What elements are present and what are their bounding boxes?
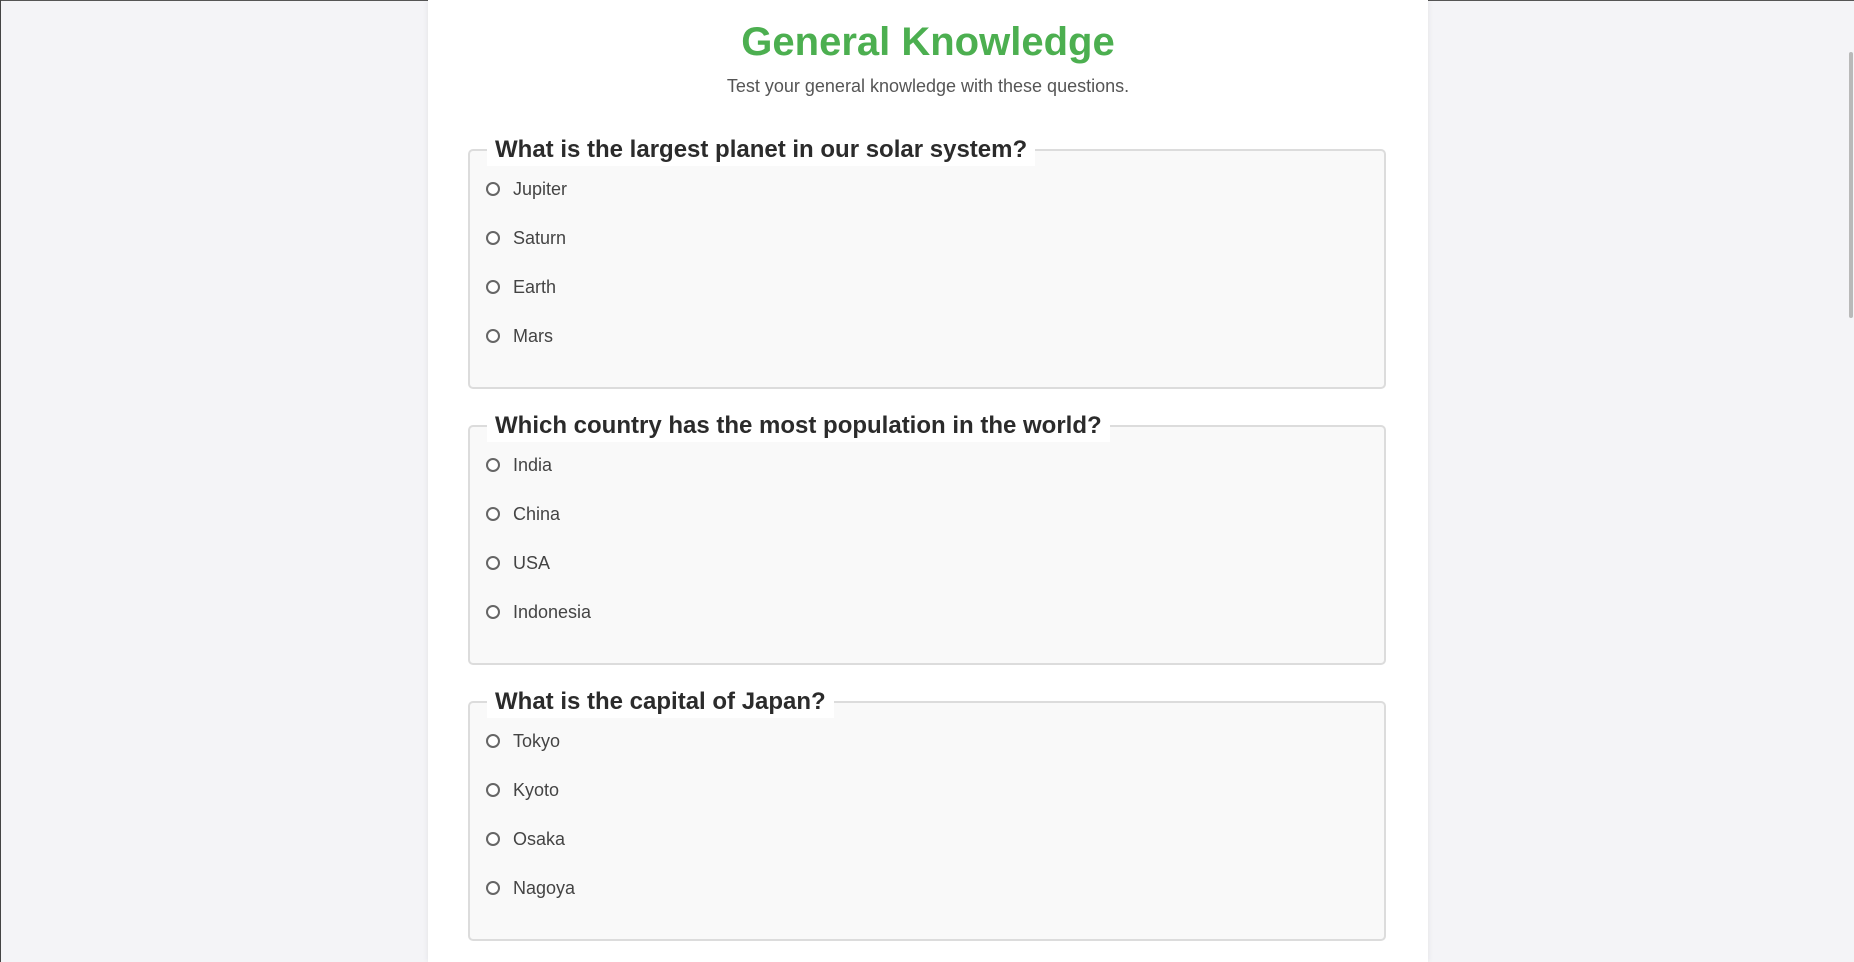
answer-option[interactable]: Mars (486, 322, 553, 350)
answer-option-label: Mars (513, 326, 553, 346)
window-left-border (0, 0, 1, 962)
answer-option-label: Saturn (513, 228, 567, 248)
answer-option[interactable]: Earth (486, 273, 556, 301)
answer-option-label: India (513, 455, 553, 475)
radio-button[interactable] (486, 783, 500, 797)
answer-option[interactable]: Osaka (486, 825, 565, 853)
radio-button[interactable] (486, 734, 500, 748)
answer-option[interactable]: Tokyo (486, 727, 560, 755)
answer-option[interactable]: Indonesia (486, 598, 591, 626)
answer-option[interactable]: Nagoya (486, 874, 575, 902)
vertical-scrollbar[interactable] (1844, 0, 1854, 962)
answer-option[interactable]: Saturn (486, 224, 566, 252)
radio-button[interactable] (486, 182, 500, 196)
answer-option-label: Tokyo (513, 731, 561, 751)
question-fieldset-2: Which country has the most population in… (468, 410, 1386, 665)
page-subtitle: Test your general knowledge with these q… (726, 76, 1130, 96)
radio-button[interactable] (486, 458, 500, 472)
question-fieldset-1: What is the largest planet in our solar … (468, 134, 1386, 389)
radio-button[interactable] (486, 507, 500, 521)
page-title: General Knowledge (741, 20, 1115, 64)
answer-option[interactable]: USA (486, 549, 550, 577)
question-text: Which country has the most population in… (487, 410, 1110, 442)
radio-button[interactable] (486, 556, 500, 570)
radio-button[interactable] (486, 881, 500, 895)
answer-option[interactable]: Jupiter (486, 175, 567, 203)
answer-option-label: Osaka (513, 829, 566, 849)
answer-option-label: USA (513, 553, 551, 573)
answer-option[interactable]: India (486, 451, 552, 479)
scrollbar-thumb[interactable] (1849, 52, 1853, 318)
radio-button[interactable] (486, 329, 500, 343)
answer-option-label: Kyoto (513, 780, 560, 800)
answer-option-label: Indonesia (513, 602, 592, 622)
radio-button[interactable] (486, 605, 500, 619)
question-text: What is the capital of Japan? (487, 686, 834, 718)
answer-option-label: China (513, 504, 561, 524)
radio-button[interactable] (486, 231, 500, 245)
answer-option-label: Jupiter (513, 179, 568, 199)
radio-button[interactable] (486, 832, 500, 846)
radio-button[interactable] (486, 280, 500, 294)
question-fieldset-3: What is the capital of Japan? Tokyo Kyot… (468, 686, 1386, 941)
quiz-container: General Knowledge Test your general know… (428, 0, 1428, 962)
answer-option-label: Nagoya (513, 878, 576, 898)
question-text: What is the largest planet in our solar … (487, 134, 1036, 166)
answer-option-label: Earth (513, 277, 557, 297)
answer-option[interactable]: China (486, 500, 560, 528)
answer-option[interactable]: Kyoto (486, 776, 559, 804)
